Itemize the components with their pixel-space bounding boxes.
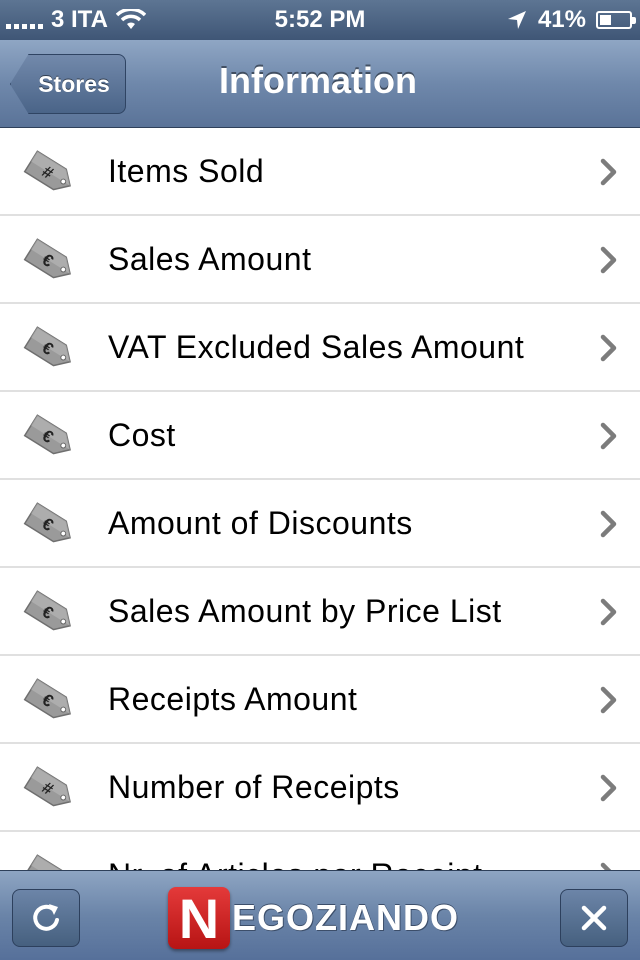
battery-level (600, 15, 612, 25)
tag-hash-icon: # (23, 766, 71, 807)
list-item[interactable]: € Sales Amount (0, 216, 640, 304)
chevron-right-icon (600, 510, 617, 538)
list-item-label: Amount of Discounts (108, 504, 413, 541)
list-item-label: VAT Excluded Sales Amount (108, 328, 525, 365)
list-item[interactable]: # Number of Receipts (0, 744, 640, 832)
location-arrow-icon (507, 11, 526, 29)
list-item[interactable]: € Amount of Discounts (0, 480, 640, 568)
list-item-label: Receipts Amount (108, 680, 358, 717)
close-button[interactable] (560, 889, 628, 947)
chevron-right-icon (600, 686, 617, 714)
navigation-bar: Stores Information (0, 40, 640, 128)
chevron-right-icon (600, 246, 617, 274)
list-item-label: Nr. of Articles per Receipt (108, 857, 483, 871)
bottom-toolbar: N EGOZIANDO (0, 870, 640, 960)
logo-text: EGOZIANDO (232, 897, 460, 938)
information-list: # Items Sold € Sales Amount € VAT Exclud… (0, 128, 640, 870)
chevron-right-icon (600, 862, 612, 870)
status-bar: 3 ITA 5:52 PM 41% (0, 0, 640, 40)
negoziando-logo: N EGOZIANDO (168, 883, 478, 953)
list-item[interactable]: € Cost (0, 392, 640, 480)
tag-euro-icon: € (23, 414, 71, 455)
refresh-button[interactable] (12, 889, 80, 947)
tag-euro-icon: € (23, 238, 71, 279)
tag-euro-icon: € (23, 590, 71, 631)
refresh-icon (33, 904, 59, 931)
list-item-label: Items Sold (108, 152, 265, 189)
page-title: Information (219, 60, 417, 101)
battery-percent: 41% (537, 6, 586, 33)
list-item-label: Sales Amount by Price List (108, 592, 502, 629)
list-item-label: Number of Receipts (108, 768, 400, 805)
tag-hash-icon: # (23, 854, 71, 870)
tag-euro-icon: € (23, 678, 71, 719)
list-item[interactable]: € Receipts Amount (0, 656, 640, 744)
close-icon (581, 905, 607, 931)
logo-mark: N (168, 887, 230, 950)
tag-euro-icon: € (23, 326, 71, 367)
chevron-right-icon (600, 774, 617, 802)
status-right: 41% (506, 6, 636, 34)
chevron-right-icon (600, 422, 617, 450)
list-item-label: Cost (108, 416, 176, 453)
list-item[interactable]: € Sales Amount by Price List (0, 568, 640, 656)
tag-hash-icon: # (23, 150, 71, 191)
chevron-right-icon (600, 334, 617, 362)
list-item[interactable]: € VAT Excluded Sales Amount (0, 304, 640, 392)
list-item-label: Sales Amount (108, 240, 312, 277)
list-item[interactable]: # Items Sold (0, 128, 640, 216)
chevron-right-icon (600, 158, 617, 186)
chevron-right-icon (600, 598, 617, 626)
battery-icon (596, 11, 636, 29)
tag-euro-icon: € (23, 502, 71, 543)
list-item[interactable]: # Nr. of Articles per Receipt (0, 832, 640, 870)
